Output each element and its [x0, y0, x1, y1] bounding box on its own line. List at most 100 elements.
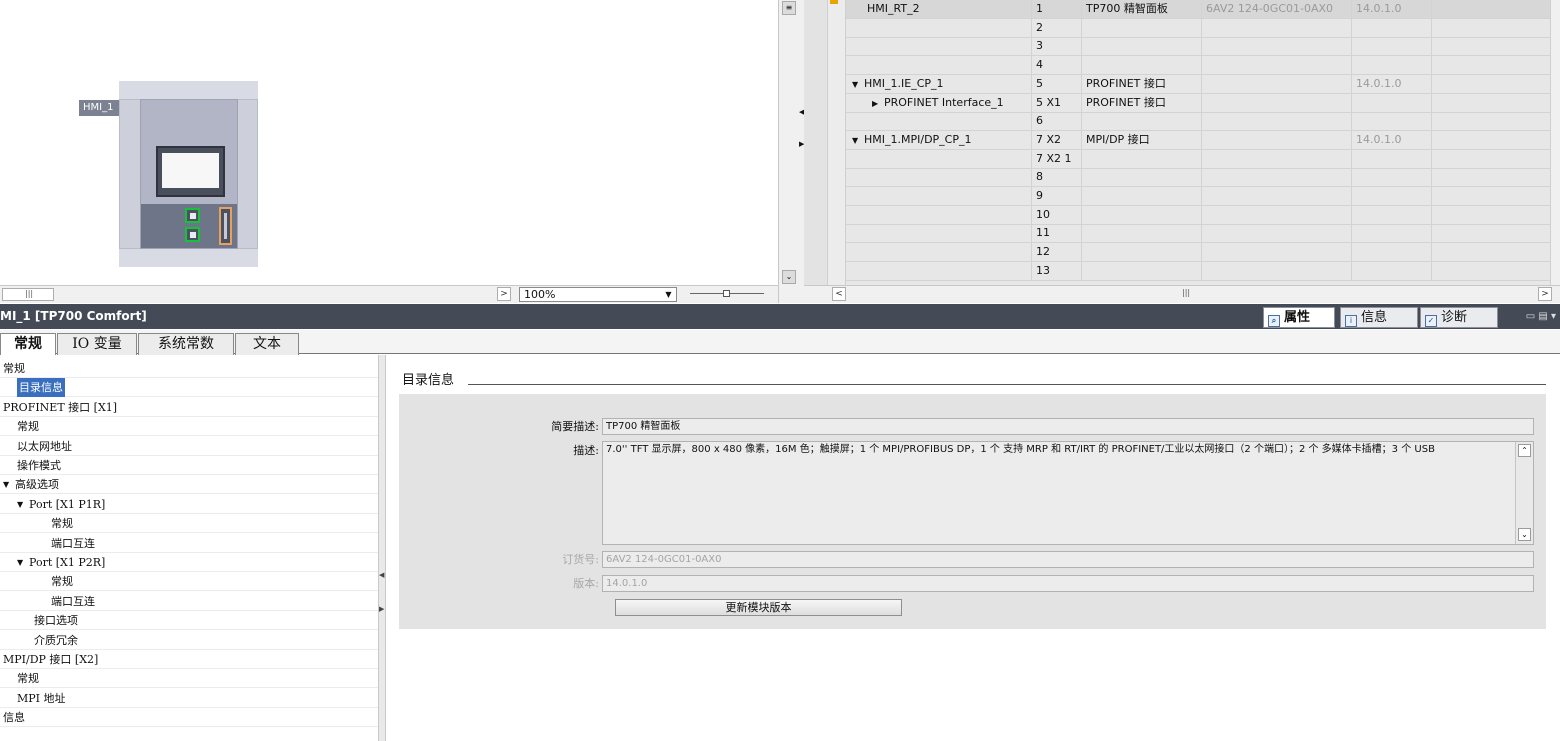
- nav-splitter[interactable]: ◀ ▶: [378, 355, 386, 741]
- device-name-label[interactable]: HMI_1: [79, 100, 119, 116]
- view-splitter[interactable]: ≡ ⌄ ◀ ▶: [778, 0, 805, 303]
- profinet-port-p1-icon[interactable]: [185, 208, 200, 223]
- expanded-caret-icon[interactable]: ▼: [3, 475, 9, 494]
- nav-tree-item[interactable]: 常规: [0, 359, 378, 378]
- table-row[interactable]: 7 X2 1: [846, 149, 1551, 169]
- nav-tree-item[interactable]: 以太网地址: [0, 437, 378, 456]
- short-description-field[interactable]: TP700 精智面板: [602, 418, 1534, 435]
- table-horizontal-scrollbar[interactable]: < ||| >: [804, 285, 1560, 303]
- scrollbar-grip[interactable]: |||: [1182, 288, 1190, 297]
- table-row[interactable]: HMI_RT_2 1 TP700 精智面板 6AV2 124-0GC01-0AX0 14…: [846, 0, 1551, 19]
- table-row[interactable]: ▼ HMI_1.IE_CP_1 5 PROFINET 接口 14.0.1.0: [846, 74, 1551, 94]
- table-row-header-column: [804, 0, 828, 285]
- nav-tree-item[interactable]: 目录信息: [0, 378, 378, 398]
- window-controls-icon[interactable]: ▭ ▤ ▾: [1516, 311, 1556, 323]
- nav-tree-item[interactable]: 操作模式: [0, 456, 378, 475]
- tab-info-label: 信息: [1361, 310, 1388, 325]
- hmi-device[interactable]: [140, 99, 238, 249]
- version-cell: [1352, 37, 1432, 56]
- nav-tree-item[interactable]: 常规: [0, 514, 378, 534]
- table-row[interactable]: ▼ HMI_1.MPI/DP_CP_1 7 X2 MPI/DP 接口 14.0.1.0: [846, 130, 1551, 150]
- description-scrollbar[interactable]: ⌃ ⌄: [1515, 442, 1533, 544]
- profinet-port-p2-icon[interactable]: [185, 227, 200, 242]
- table-row[interactable]: 13: [846, 261, 1551, 281]
- chevron-down-icon[interactable]: ⌄: [782, 270, 796, 284]
- chevron-down-icon[interactable]: ▼: [662, 289, 675, 300]
- nav-tree-item[interactable]: 常规: [0, 417, 378, 437]
- scroll-left-icon[interactable]: <: [832, 287, 846, 301]
- order-number-cell: [1202, 261, 1352, 280]
- comment-cell: [1432, 0, 1551, 18]
- update-module-version-button[interactable]: 更新模块版本: [615, 599, 902, 616]
- nav-tree-item[interactable]: 端口互连: [0, 592, 378, 611]
- zoom-slider[interactable]: [690, 290, 764, 300]
- slot-cell: 7 X2 1: [1032, 149, 1082, 168]
- nav-tree-item-label: 常规: [3, 362, 25, 375]
- scroll-down-icon[interactable]: ⌄: [1518, 528, 1531, 541]
- type-cell: [1082, 261, 1202, 280]
- expanded-caret-icon[interactable]: ▼: [17, 495, 23, 514]
- collapsed-caret-icon[interactable]: ▶: [872, 95, 884, 112]
- zoom-select[interactable]: 100% ▼: [519, 287, 677, 302]
- nav-tree-item[interactable]: 常规: [0, 572, 378, 592]
- table-row[interactable]: 4: [846, 56, 1551, 76]
- scroll-right-icon[interactable]: >: [1538, 287, 1552, 301]
- type-cell: [1082, 149, 1202, 168]
- nav-tree-item[interactable]: MPI 地址: [0, 689, 378, 708]
- order-number-cell: [1202, 149, 1352, 168]
- nav-tree-item[interactable]: MPI/DP 接口 [X2]: [0, 650, 378, 669]
- nav-tree-item[interactable]: ▼ 高级选项: [0, 475, 378, 495]
- splitter-right-arrow-icon[interactable]: ▶: [379, 605, 384, 613]
- table-row[interactable]: 3: [846, 37, 1551, 57]
- table-row[interactable]: ▶ PROFINET Interface_1 5 X1 PROFINET 接口: [846, 93, 1551, 113]
- type-cell: [1082, 37, 1202, 56]
- tab-io-tags[interactable]: IO 变量: [57, 333, 137, 355]
- nav-tree-item[interactable]: ▼ Port [X1 P2R]: [0, 553, 378, 572]
- table-row[interactable]: 10: [846, 205, 1551, 225]
- version-cell: 14.0.1.0: [1352, 74, 1432, 93]
- table-row[interactable]: 8: [846, 168, 1551, 188]
- scroll-up-icon[interactable]: ⌃: [1518, 444, 1531, 457]
- slot-cell: 11: [1032, 224, 1082, 243]
- horizontal-scrollbar-thumb[interactable]: |||: [2, 288, 54, 301]
- inspector-title: MI_1 [TP700 Comfort]: [0, 309, 147, 323]
- nav-tree-item[interactable]: 接口选项: [0, 611, 378, 631]
- tab-properties-label: 属性: [1284, 310, 1311, 325]
- nav-tree-item[interactable]: PROFINET 接口 [X1]: [0, 398, 378, 417]
- zoom-slider-handle[interactable]: [723, 290, 730, 297]
- description-text: 7.0'' TFT 显示屏，800 x 480 像素，16M 色；触摸屏；1 个…: [606, 444, 1435, 455]
- version-cell: 14.0.1.0: [1352, 130, 1432, 149]
- table-row[interactable]: 2: [846, 18, 1551, 38]
- vertical-scrollbar[interactable]: [1550, 0, 1560, 285]
- table-row[interactable]: 11: [846, 224, 1551, 244]
- nav-tree-item[interactable]: 端口互连: [0, 534, 378, 553]
- tab-texts[interactable]: 文本: [235, 333, 299, 355]
- tab-properties[interactable]: ⌕ 属性: [1263, 307, 1335, 328]
- expanded-caret-icon[interactable]: ▼: [852, 132, 864, 149]
- tab-general[interactable]: 常规: [0, 333, 56, 356]
- tab-diagnostics[interactable]: ✓ 诊断: [1420, 307, 1498, 328]
- expanded-caret-icon[interactable]: ▼: [852, 76, 864, 93]
- order-number-cell: [1202, 112, 1352, 131]
- table-row[interactable]: 6: [846, 112, 1551, 132]
- tab-system-constants[interactable]: 系统常数: [138, 333, 234, 355]
- comment-cell: [1432, 74, 1551, 93]
- table-row[interactable]: 12: [846, 243, 1551, 263]
- collapse-icon[interactable]: ≡: [782, 1, 796, 15]
- device-view-statusbar: ||| > 100% ▼: [0, 285, 800, 303]
- module-name: PROFINET Interface_1: [884, 95, 1004, 109]
- table-row[interactable]: 9: [846, 187, 1551, 206]
- slot-cell: 2: [1032, 18, 1082, 37]
- splitter-left-arrow-icon[interactable]: ◀: [379, 571, 384, 579]
- description-field[interactable]: 7.0'' TFT 显示屏，800 x 480 像素，16M 色；触摸屏；1 个…: [602, 441, 1534, 545]
- nav-tree-item[interactable]: 常规: [0, 669, 378, 689]
- nav-tree-item[interactable]: 信息: [0, 708, 378, 728]
- tab-info[interactable]: i 信息: [1340, 307, 1418, 328]
- scroll-right-icon[interactable]: >: [497, 287, 511, 301]
- device-view-canvas[interactable]: HMI_1: [0, 0, 780, 285]
- device-rack[interactable]: [119, 81, 258, 267]
- expanded-caret-icon[interactable]: ▼: [17, 553, 23, 572]
- nav-tree-item[interactable]: ▼ Port [X1 P1R]: [0, 495, 378, 514]
- mpi-dp-port-icon[interactable]: [219, 207, 232, 245]
- nav-tree-item[interactable]: 介质冗余: [0, 631, 378, 650]
